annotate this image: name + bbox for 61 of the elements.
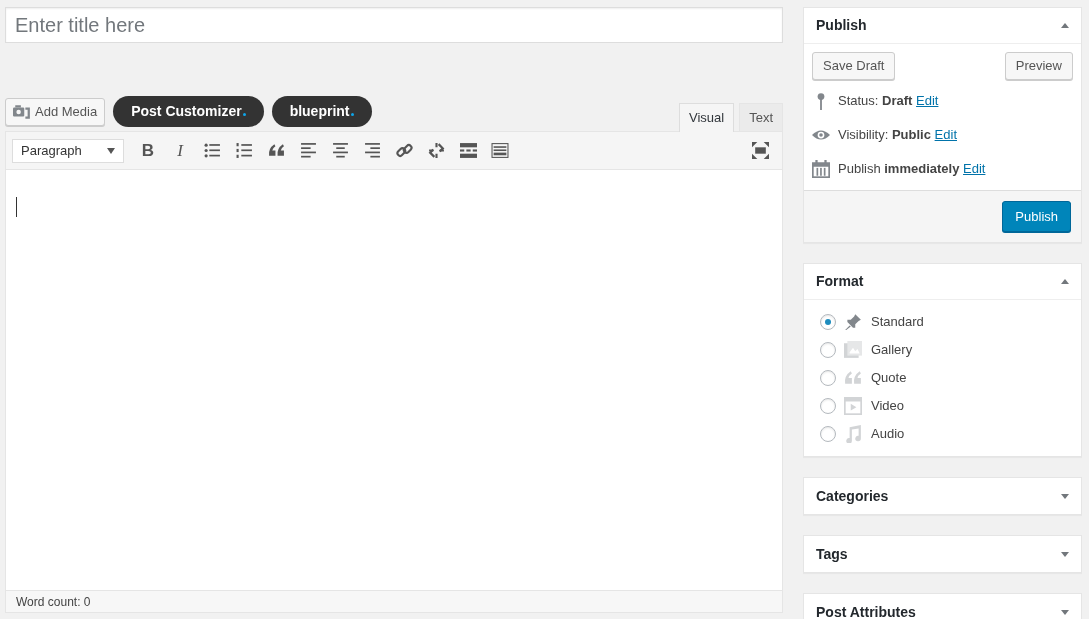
align-right-icon[interactable] [363,142,381,159]
caret-icon [107,147,115,154]
keyboard-icon[interactable] [490,142,510,159]
format-select[interactable]: Paragraph [12,138,124,163]
toggle-arrow-icon[interactable] [1061,493,1069,499]
edit-link[interactable]: Edit [934,127,957,143]
panel-header[interactable]: Publish [804,8,1081,44]
plugin-button[interactable]: Post Customizer [113,96,264,127]
pushpin-icon [844,313,862,331]
add-media-button[interactable]: Add Media [5,97,106,126]
calendar-icon [812,160,830,178]
title-input[interactable]: Enter title here [5,7,783,43]
panel-header[interactable]: Categories [804,478,1081,514]
radio-button[interactable] [820,398,836,414]
align-center-icon[interactable] [331,142,349,159]
numbered-list-icon[interactable] [235,142,253,159]
quote-icon[interactable] [267,142,285,159]
format-option-label: Gallery [871,341,913,360]
radio-button[interactable] [820,342,836,358]
toggle-arrow-icon[interactable] [1061,609,1069,615]
edit-link[interactable]: Edit [963,161,986,177]
image-icon [844,341,862,359]
format-option-label: Standard [871,313,924,332]
quote-icon [844,369,862,387]
publish-setting-text: Status: Draft Edit [838,92,939,111]
format-option-label: Audio [871,425,905,444]
radio-button[interactable] [820,426,836,442]
panel-header[interactable]: Format [804,264,1081,300]
radio-button[interactable] [820,370,836,386]
link-icon[interactable] [395,142,413,159]
save-draft-button[interactable]: Save Draft [812,52,896,80]
music-note-icon [844,425,862,443]
fullscreen-icon[interactable] [751,142,769,159]
camera-icon [13,102,31,121]
bold-button[interactable]: B [132,135,164,166]
plugin-button[interactable]: blueprint [271,96,372,127]
dot-icon [242,113,246,116]
editor-tab[interactable]: Text [739,103,783,131]
publish-setting-text: Visibility: Public Edit [838,126,957,145]
bullet-list-icon[interactable] [203,142,221,159]
format-option-label: Video [871,397,904,416]
align-left-icon[interactable] [299,142,317,159]
more-icon[interactable] [459,142,477,159]
dot-icon [350,113,354,116]
panel-header[interactable]: Tags [804,536,1081,572]
word-count: Word count: 0 [16,593,91,611]
edit-link[interactable]: Edit [916,93,939,109]
publish-setting-text: Publish immediately Edit [838,160,986,179]
radio-button[interactable] [820,314,836,330]
editor-tab[interactable]: Visual [678,103,735,132]
preview-button[interactable]: Preview [1004,52,1073,80]
panel-header[interactable]: Post Attributes [804,594,1081,619]
toggle-arrow-icon[interactable] [1061,23,1069,28]
italic-button[interactable]: I [164,135,196,166]
publish-button[interactable]: Publish [1002,201,1071,232]
toggle-arrow-icon[interactable] [1061,551,1069,557]
video-icon [844,397,862,415]
text-cursor [16,197,17,217]
format-option-label: Quote [871,369,907,388]
toggle-arrow-icon[interactable] [1061,279,1069,284]
unlink-icon[interactable] [427,142,445,159]
